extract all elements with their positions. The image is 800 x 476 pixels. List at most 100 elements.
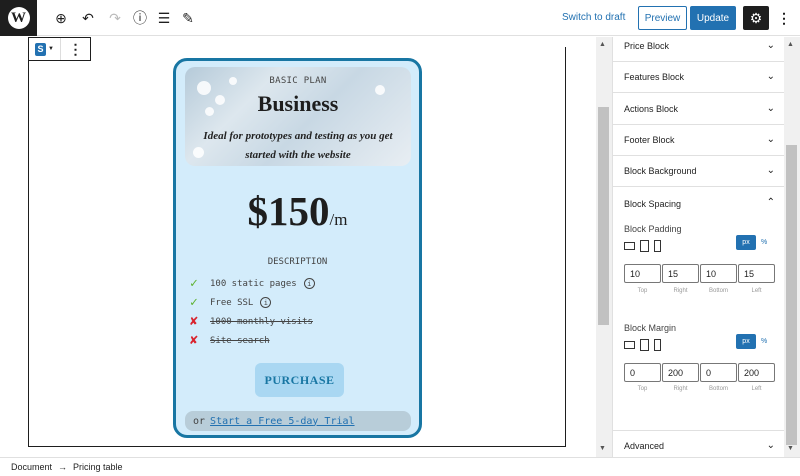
scroll-down-icon[interactable]: ▼ xyxy=(787,445,794,452)
padding-captions: Top Right Bottom Left xyxy=(624,288,775,294)
block-margin-label: Block Margin xyxy=(624,323,677,333)
feature-text: Free SSL xyxy=(210,297,254,308)
unit-px-button[interactable]: px xyxy=(736,334,756,349)
canvas-scrollbar[interactable]: ▲ ▼ xyxy=(596,37,612,457)
mobile-icon[interactable] xyxy=(654,240,661,252)
chevron-down-icon: ⌄ xyxy=(766,165,775,176)
desktop-icon[interactable] xyxy=(624,341,635,349)
panel-block-background[interactable]: Block Background ⌄ xyxy=(613,156,785,187)
margin-right-input[interactable]: 200 xyxy=(662,363,699,382)
caption-right: Right xyxy=(673,386,688,392)
breadcrumb: Document → Pricing table xyxy=(0,457,800,476)
tablet-icon[interactable] xyxy=(640,339,649,351)
scroll-up-icon[interactable]: ▲ xyxy=(599,41,606,48)
padding-top-input[interactable]: 10 xyxy=(624,264,661,283)
unit-px-button[interactable]: px xyxy=(736,235,756,250)
trial-link[interactable]: Start a Free 5-day Trial xyxy=(210,416,355,427)
caption-left: Left xyxy=(751,288,762,294)
panel-label: Block Background xyxy=(624,166,697,176)
chevron-down-icon: ▼ xyxy=(48,46,54,52)
margin-top-input[interactable]: 0 xyxy=(624,363,661,382)
wordpress-logo-button[interactable]: W xyxy=(0,0,37,36)
unit-percent-button[interactable]: % xyxy=(761,239,767,246)
feature-item: ✘ 1000 monthly visits xyxy=(190,312,390,331)
padding-inputs: 10 15 10 15 xyxy=(624,264,775,283)
panel-label: Block Spacing xyxy=(624,198,682,209)
feature-text: 1000 monthly visits xyxy=(210,316,313,327)
padding-right-input[interactable]: 15 xyxy=(662,264,699,283)
panel-label: Advanced xyxy=(624,441,665,451)
device-toggles xyxy=(624,240,661,252)
caption-bottom: Bottom xyxy=(708,386,728,392)
undo-icon[interactable]: ↶ xyxy=(78,8,98,28)
settings-sidebar: Price Block ⌄ Features Block ⌄ Actions B… xyxy=(612,37,785,457)
feature-item: ✓ Free SSL i xyxy=(190,293,390,312)
trial-prefix: or xyxy=(193,415,206,427)
settings-gear-icon[interactable]: ⚙ xyxy=(743,6,769,30)
caption-top: Top xyxy=(637,386,648,392)
card-header[interactable]: BASIC PLAN Business Ideal for prototypes… xyxy=(185,67,411,166)
update-button[interactable]: Update xyxy=(690,6,736,30)
chevron-down-icon: ⌄ xyxy=(766,134,775,145)
block-options-icon[interactable]: ⋮ xyxy=(61,38,90,60)
scrollbar-thumb[interactable] xyxy=(598,107,609,325)
checkmark-icon: ✓ xyxy=(190,295,198,310)
pricing-card[interactable]: BASIC PLAN Business Ideal for prototypes… xyxy=(173,58,422,438)
panel-actions-block[interactable]: Actions Block ⌄ xyxy=(613,94,785,125)
panel-price-block[interactable]: Price Block ⌄ xyxy=(613,31,785,62)
caption-right: Right xyxy=(673,288,688,294)
pencil-icon[interactable]: ✎ xyxy=(178,8,198,28)
margin-bottom-input[interactable]: 0 xyxy=(700,363,737,382)
info-icon[interactable]: i xyxy=(303,278,315,289)
redo-icon[interactable]: ↷ xyxy=(105,8,125,28)
plan-title: Business xyxy=(257,91,339,116)
scroll-down-icon[interactable]: ▼ xyxy=(599,445,606,452)
preview-button[interactable]: Preview xyxy=(638,6,687,30)
switch-to-draft-link[interactable]: Switch to draft xyxy=(562,12,625,23)
panel-footer-block[interactable]: Footer Block ⌄ xyxy=(613,125,785,156)
purchase-button[interactable]: PURCHASE xyxy=(255,363,344,397)
plan-subtitle: Ideal for prototypes and testing as you … xyxy=(203,130,393,161)
more-options-icon[interactable]: ⋮ xyxy=(774,6,794,30)
plus-circle-icon[interactable]: ⊕ xyxy=(51,8,71,28)
block-toolbar: S ▼ ⋮ xyxy=(28,37,91,61)
panel-label: Features Block xyxy=(624,72,685,82)
tablet-icon[interactable] xyxy=(640,240,649,252)
breadcrumb-current[interactable]: Pricing table xyxy=(73,462,123,472)
feature-item: ✘ Site search xyxy=(190,331,390,350)
breadcrumb-arrow-icon: → xyxy=(58,462,68,472)
chevron-up-icon: ⌃ xyxy=(766,197,775,208)
scrollbar-thumb[interactable] xyxy=(786,145,797,445)
chevron-down-icon: ⌄ xyxy=(766,103,775,114)
info-icon[interactable]: i xyxy=(260,297,272,308)
padding-bottom-input[interactable]: 10 xyxy=(700,264,737,283)
trial-footer: or Start a Free 5-day Trial xyxy=(185,411,411,431)
margin-left-input[interactable]: 200 xyxy=(738,363,775,382)
panel-label: Footer Block xyxy=(624,135,675,145)
info-icon[interactable]: ⓘ xyxy=(130,8,150,28)
list-view-icon[interactable]: ☰ xyxy=(154,8,174,28)
margin-captions: Top Right Bottom Left xyxy=(624,386,775,392)
description-label: DESCRIPTION xyxy=(267,257,328,267)
desktop-icon[interactable] xyxy=(624,242,635,250)
wordpress-icon: W xyxy=(7,7,30,29)
feature-text: Site search xyxy=(210,335,270,346)
caption-left: Left xyxy=(751,386,762,392)
editor-canvas: S ▼ ⋮ BASIC PLAN Business Ideal for prot… xyxy=(0,37,612,457)
mobile-icon[interactable] xyxy=(654,339,661,351)
block-switcher-button[interactable]: S ▼ xyxy=(29,38,61,60)
price: $150/m xyxy=(176,187,419,235)
panel-features-block[interactable]: Features Block ⌄ xyxy=(613,62,785,93)
padding-left-input[interactable]: 15 xyxy=(738,264,775,283)
sidebar-scrollbar[interactable]: ▲ ▼ xyxy=(784,37,800,457)
unit-percent-button[interactable]: % xyxy=(761,338,767,345)
scroll-up-icon[interactable]: ▲ xyxy=(787,41,794,48)
chevron-down-icon: ⌄ xyxy=(766,440,775,451)
breadcrumb-document[interactable]: Document xyxy=(11,462,52,472)
plan-label: BASIC PLAN xyxy=(269,76,327,86)
panel-block-spacing[interactable]: Block Spacing ⌃ xyxy=(613,188,785,219)
price-unit: /m xyxy=(329,210,348,229)
panel-label: Price Block xyxy=(624,41,670,51)
panel-label: Actions Block xyxy=(624,104,679,114)
feature-text: 100 static pages xyxy=(210,278,297,289)
